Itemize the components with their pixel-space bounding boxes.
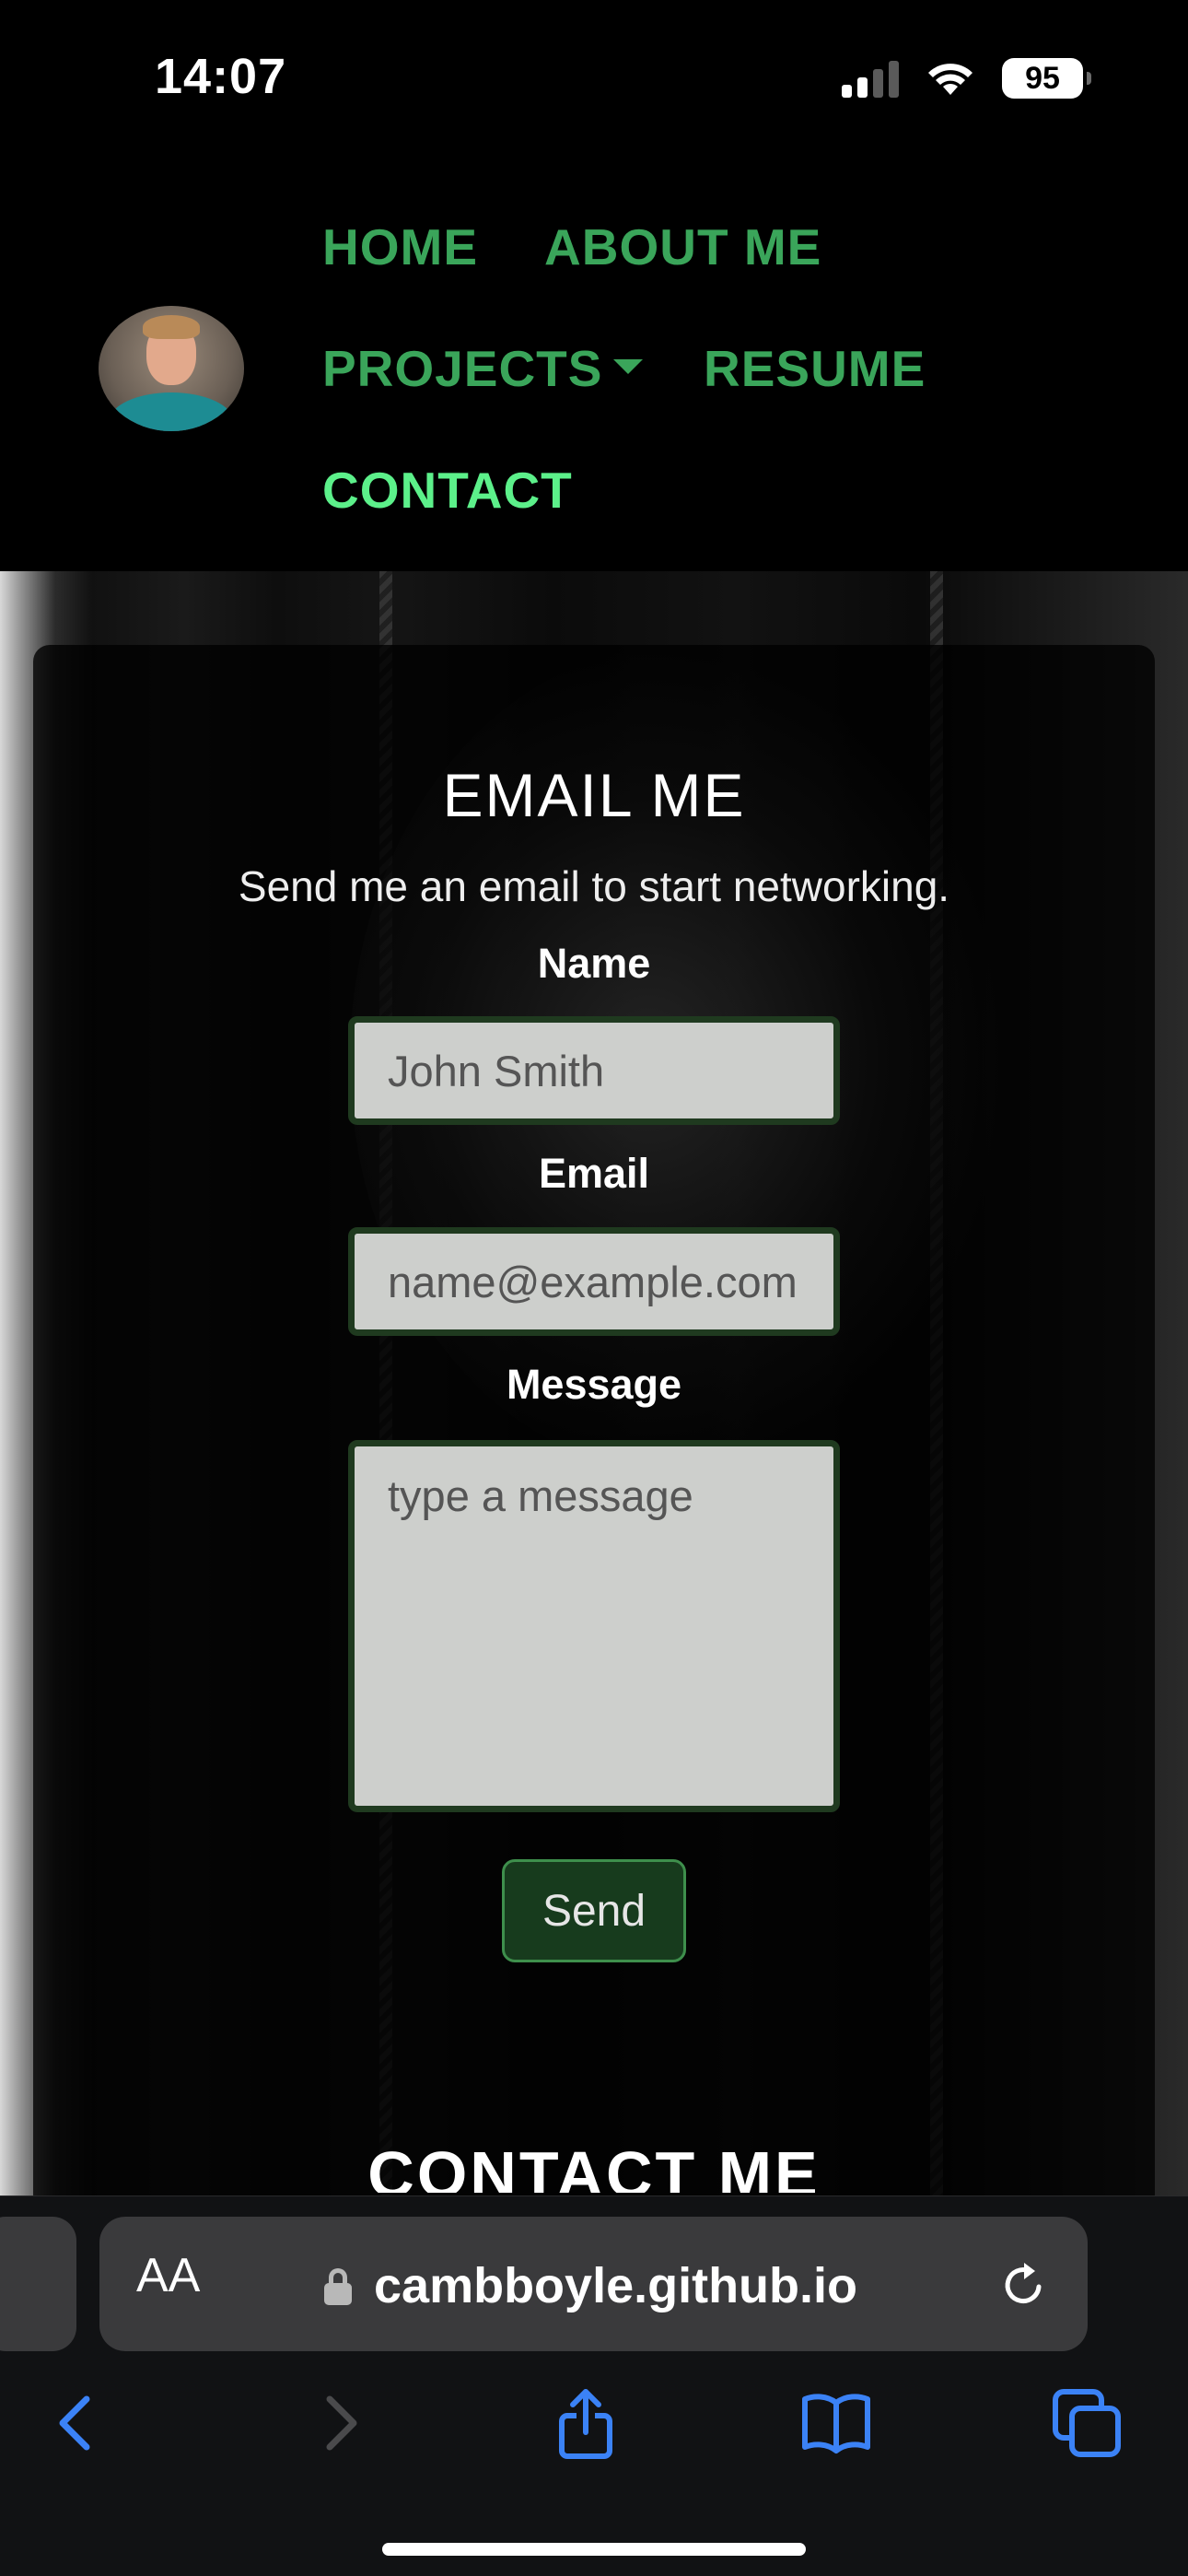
email-input[interactable] xyxy=(348,1227,840,1336)
message-textarea[interactable] xyxy=(348,1440,840,1812)
share-icon[interactable] xyxy=(549,2386,623,2460)
status-bar: 14:07 95 xyxy=(0,0,1188,157)
bookmarks-icon[interactable] xyxy=(799,2386,873,2460)
status-icons: 95 xyxy=(842,55,1091,101)
name-input[interactable] xyxy=(348,1016,840,1125)
nav-resume[interactable]: RESUME xyxy=(704,339,926,398)
email-title: EMAIL ME xyxy=(442,761,746,829)
caret-down-icon xyxy=(613,359,644,375)
tabs-icon[interactable] xyxy=(1050,2386,1124,2460)
nav-about-me[interactable]: ABOUT ME xyxy=(544,217,821,276)
email-label: Email xyxy=(538,1150,650,1197)
nav-home[interactable]: HOME xyxy=(322,217,478,276)
navbar: HOME ABOUT ME PROJECTS RESUME CONTACT xyxy=(0,157,1188,571)
signal-icon xyxy=(842,59,899,98)
previous-tab-preview[interactable] xyxy=(0,2217,76,2351)
battery-icon: 95 xyxy=(1002,58,1091,99)
wifi-icon xyxy=(928,64,973,95)
lock-icon xyxy=(324,2268,352,2305)
nav-projects-label: PROJECTS xyxy=(322,340,603,397)
home-indicator[interactable] xyxy=(382,2543,806,2556)
forward-icon[interactable] xyxy=(302,2386,376,2460)
text-size-label: AA xyxy=(136,2249,201,2302)
message-label: Message xyxy=(506,1361,682,1408)
reload-icon[interactable] xyxy=(996,2257,1052,2313)
name-label: Name xyxy=(537,940,651,987)
contact-title: CONTACT ME xyxy=(367,2138,821,2193)
nav-contact[interactable]: CONTACT xyxy=(322,461,573,520)
url-text[interactable]: cambboyle.github.io xyxy=(374,2257,857,2314)
avatar[interactable] xyxy=(99,306,244,431)
back-icon[interactable] xyxy=(41,2386,114,2460)
send-button[interactable]: Send xyxy=(502,1859,686,1962)
nav-projects[interactable]: PROJECTS xyxy=(322,339,644,398)
status-time: 14:07 xyxy=(155,49,287,104)
email-subtitle: Send me an email to start networking. xyxy=(238,862,950,910)
text-size-button[interactable]: AA xyxy=(136,2248,200,2303)
